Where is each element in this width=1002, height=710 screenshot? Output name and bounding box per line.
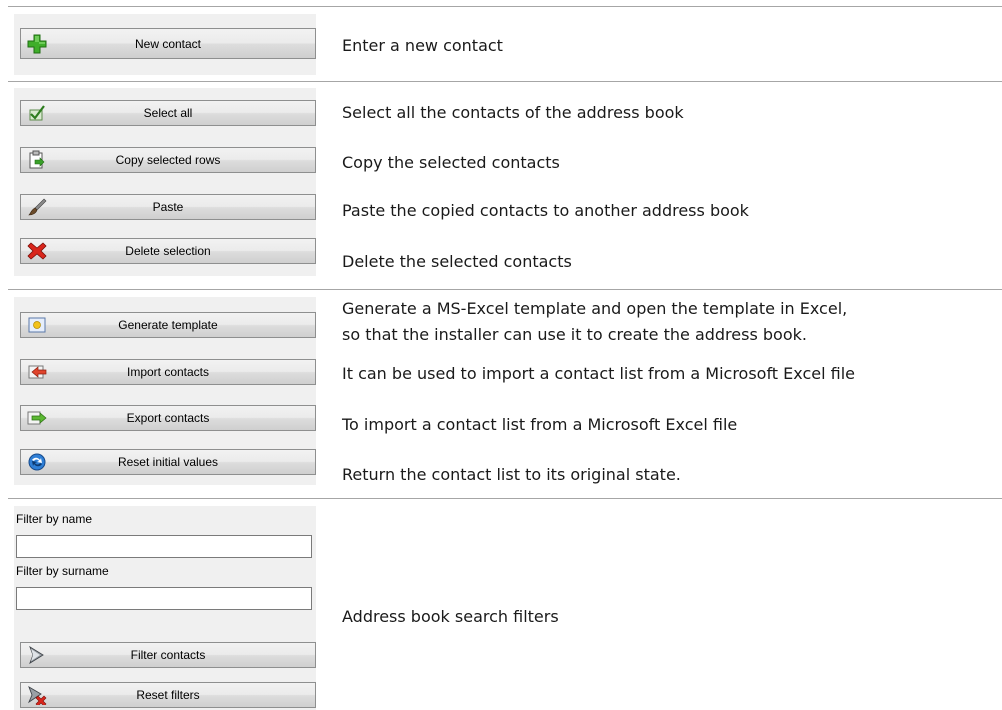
generate-template-button[interactable]: Generate template xyxy=(20,312,316,338)
filter-by-name-label: Filter by name xyxy=(16,512,93,526)
description: Select all the contacts of the address b… xyxy=(342,103,684,122)
filter-by-name-input[interactable] xyxy=(16,535,312,558)
divider xyxy=(8,498,1002,499)
description: Paste the copied contacts to another add… xyxy=(342,201,749,220)
paste-button[interactable]: Paste xyxy=(20,194,316,220)
new-contact-button[interactable]: New contact xyxy=(20,28,316,59)
select-all-button[interactable]: Select all xyxy=(20,100,316,126)
filter-by-surname-input[interactable] xyxy=(16,587,312,610)
description: Address book search filters xyxy=(342,607,559,626)
filter-contacts-button[interactable]: Filter contacts xyxy=(20,642,316,668)
reset-filters-button[interactable]: Reset filters xyxy=(20,682,316,708)
description: Enter a new contact xyxy=(342,36,503,55)
export-contacts-button[interactable]: Export contacts xyxy=(20,405,316,431)
description: To import a contact list from a Microsof… xyxy=(342,415,738,434)
copy-selected-rows-button[interactable]: Copy selected rows xyxy=(20,147,316,173)
divider xyxy=(8,289,1002,290)
description: Return the contact list to its original … xyxy=(342,465,681,484)
description: Copy the selected contacts xyxy=(342,153,560,172)
description: Delete the selected contacts xyxy=(342,252,572,271)
description: It can be used to import a contact list … xyxy=(342,364,855,383)
delete-selection-button[interactable]: Delete selection xyxy=(20,238,316,264)
filter-by-surname-label: Filter by surname xyxy=(16,564,109,578)
description: so that the installer can use it to crea… xyxy=(342,325,807,344)
reset-initial-values-button[interactable]: Reset initial values xyxy=(20,449,316,475)
divider xyxy=(8,81,1002,82)
description: Generate a MS-Excel template and open th… xyxy=(342,299,848,318)
divider xyxy=(8,6,1002,7)
import-contacts-button[interactable]: Import contacts xyxy=(20,359,316,385)
